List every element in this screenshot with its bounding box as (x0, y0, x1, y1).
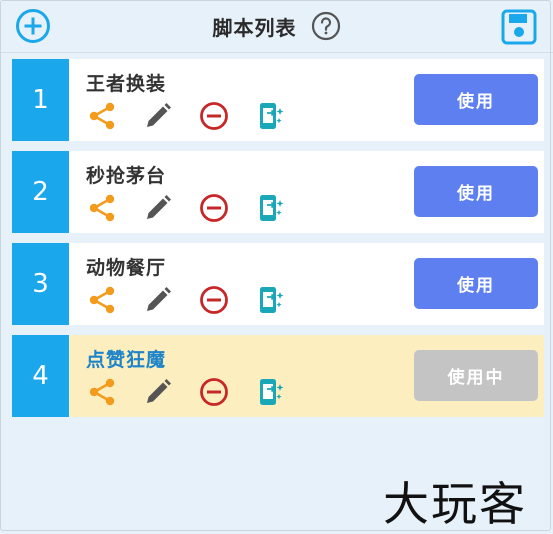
phone-sparkle-icon[interactable] (254, 284, 286, 316)
script-name: 王者换装 (86, 73, 167, 95)
header-bar: 脚本列表 (0, 0, 553, 53)
delete-minus-circle-icon[interactable] (198, 284, 230, 316)
script-name: 点赞狂魔 (86, 349, 167, 371)
row-actions (86, 284, 310, 316)
phone-sparkle-icon[interactable] (254, 100, 286, 132)
script-row: 1 王者换装 使用 (12, 59, 544, 141)
title-group: 脚本列表 (0, 0, 553, 52)
script-list: 1 王者换装 使用 2 秒抢茅台 使用 3 动物餐厅 使用 4 点赞狂魔 使用中 (12, 59, 544, 427)
row-actions (86, 192, 310, 224)
row-number: 4 (12, 335, 69, 417)
edit-pencil-icon[interactable] (142, 284, 174, 316)
help-icon[interactable] (311, 11, 341, 41)
share-icon[interactable] (86, 100, 118, 132)
script-name: 动物餐厅 (86, 257, 167, 279)
row-number: 3 (12, 243, 69, 325)
script-row: 3 动物餐厅 使用 (12, 243, 544, 325)
row-actions (86, 100, 310, 132)
phone-sparkle-icon[interactable] (254, 192, 286, 224)
delete-minus-circle-icon[interactable] (198, 100, 230, 132)
row-content: 点赞狂魔 使用中 (69, 335, 544, 417)
row-number: 1 (12, 59, 69, 141)
use-button[interactable]: 使用 (414, 74, 538, 125)
save-icon[interactable] (500, 8, 538, 46)
delete-minus-circle-icon[interactable] (198, 192, 230, 224)
page-title: 脚本列表 (212, 15, 297, 40)
row-number: 2 (12, 151, 69, 233)
use-button[interactable]: 使用 (414, 166, 538, 217)
script-row: 4 点赞狂魔 使用中 (12, 335, 544, 417)
watermark-logo: 大玩客 (383, 477, 527, 531)
row-actions (86, 376, 310, 408)
share-icon[interactable] (86, 376, 118, 408)
edit-pencil-icon[interactable] (142, 376, 174, 408)
share-icon[interactable] (86, 284, 118, 316)
script-row: 2 秒抢茅台 使用 (12, 151, 544, 233)
edit-pencil-icon[interactable] (142, 100, 174, 132)
delete-minus-circle-icon[interactable] (198, 376, 230, 408)
row-content: 秒抢茅台 使用 (69, 151, 544, 233)
row-content: 王者换装 使用 (69, 59, 544, 141)
row-content: 动物餐厅 使用 (69, 243, 544, 325)
use-button-active[interactable]: 使用中 (414, 350, 538, 401)
edit-pencil-icon[interactable] (142, 192, 174, 224)
phone-sparkle-icon[interactable] (254, 376, 286, 408)
use-button[interactable]: 使用 (414, 258, 538, 309)
share-icon[interactable] (86, 192, 118, 224)
script-name: 秒抢茅台 (86, 165, 167, 187)
